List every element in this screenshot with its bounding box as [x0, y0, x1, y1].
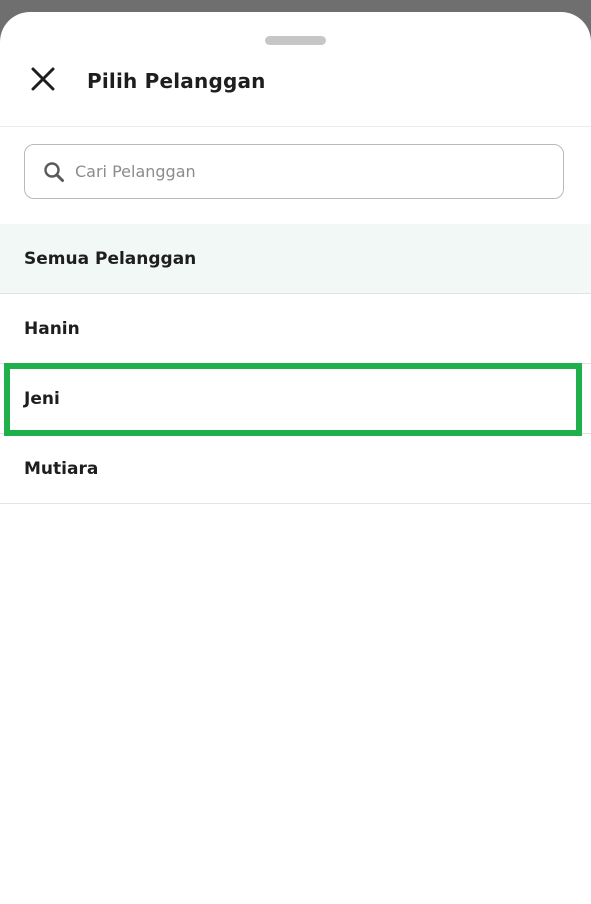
drag-handle[interactable] — [265, 36, 326, 45]
list-item-hanin[interactable]: Hanin — [0, 294, 591, 364]
list-item-label: Jeni — [24, 388, 60, 409]
search-input[interactable] — [73, 161, 537, 182]
bottom-sheet: Pilih Pelanggan Semua Pelanggan Hanin Je… — [0, 12, 591, 904]
list-item-semua-pelanggan[interactable]: Semua Pelanggan — [0, 224, 591, 294]
list-item-label: Semua Pelanggan — [24, 248, 197, 269]
search-field[interactable] — [24, 144, 564, 199]
search-icon — [43, 161, 65, 183]
close-icon — [30, 66, 56, 96]
close-button[interactable] — [22, 60, 64, 102]
list-item-mutiara[interactable]: Mutiara — [0, 434, 591, 504]
list-item-jeni[interactable]: Jeni — [0, 363, 591, 436]
list-item-label: Mutiara — [24, 458, 99, 479]
sheet-header: Pilih Pelanggan — [0, 56, 591, 127]
list-item-label: Hanin — [24, 318, 80, 339]
page-title: Pilih Pelanggan — [87, 69, 266, 93]
customer-list: Semua Pelanggan Hanin Jeni Mutiara — [0, 224, 591, 504]
